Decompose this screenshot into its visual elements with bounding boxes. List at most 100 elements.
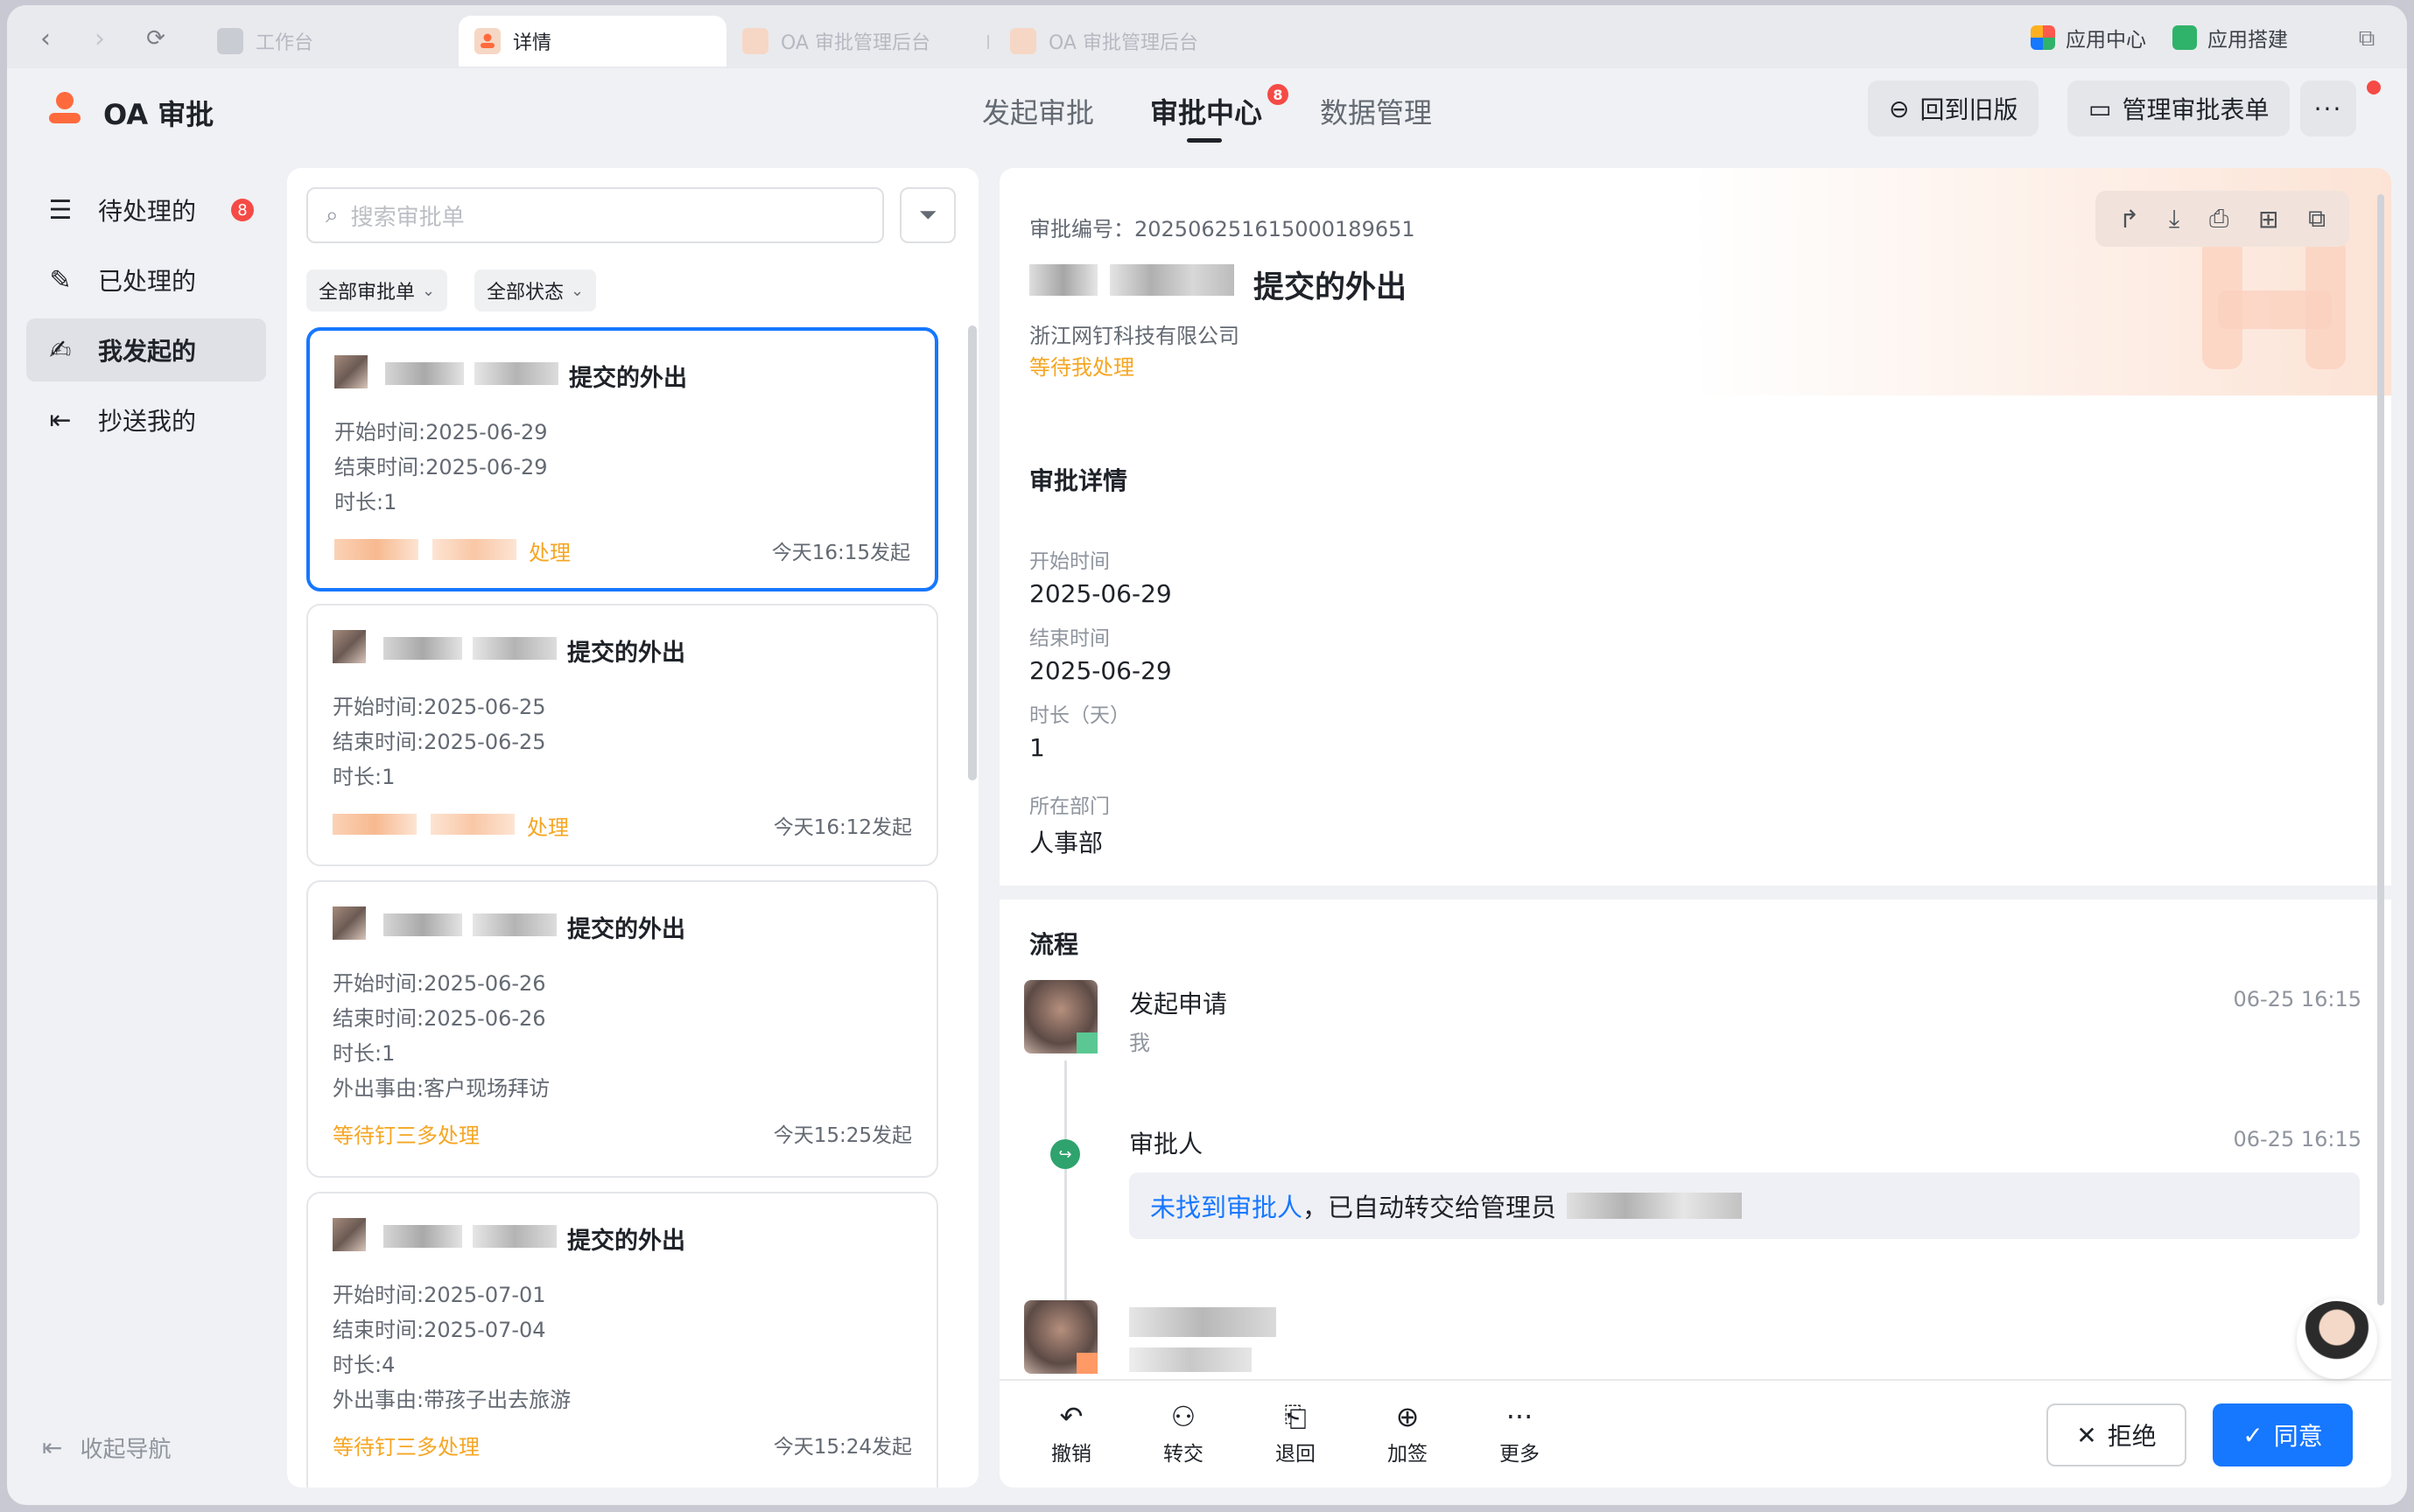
revoke-button[interactable]: ↶ 撤销 [1036,1400,1106,1466]
card-end: 结束时间:2025-06-26 [333,1006,546,1031]
avatar [333,1218,366,1251]
status-badge: 等待我处理 [1029,355,1134,380]
filter-button[interactable]: ⏷ [900,187,956,243]
sidebar-item-cc[interactable]: ⇤ 抄送我的 [26,388,266,452]
avatar [333,630,366,663]
tab-oa-admin-2[interactable]: OA 审批管理后台 [994,16,1257,66]
card-status: 等待钉三多处理 [333,1435,480,1460]
app-title: OA 审批 [103,98,214,131]
blurred-name [473,637,557,660]
company-name: 浙江网钉科技有限公司 [1029,324,1239,348]
nav-approval-center[interactable]: 审批中心 8 [1150,84,1288,131]
nav-active-indicator [1187,138,1222,143]
sidebar-item-initiated[interactable]: ✍ 我发起的 [26,318,266,382]
card-status: 等待钉三多处理 [333,1124,480,1148]
return-button[interactable]: ⎗ 退回 [1260,1400,1330,1466]
blurred-name [473,1225,557,1248]
forward-icon[interactable]: › [82,21,117,56]
avatar [334,355,368,388]
card-time: 今天15:24发起 [773,1436,912,1459]
more-actions-button[interactable]: ··· 更多 [1484,1400,1554,1466]
search-input[interactable]: ⌕ 搜索审批单 [306,187,884,243]
back-to-old-button[interactable]: ⊖ 回到旧版 [1868,80,2039,136]
export-file-icon[interactable]: ⊞ [2258,205,2278,234]
field-label: 所在部门 [1029,795,1110,818]
card-reason: 外出事由:客户现场拜访 [333,1076,551,1101]
share-icon[interactable]: ↱ [2119,205,2139,234]
nav-initiate[interactable]: 发起审批 [982,91,1094,131]
collapse-nav-button[interactable]: ⇤ 收起导航 [42,1432,171,1464]
action-bar: ↶ 撤销 ⚇ 转交 ⎗ 退回 ⊕ 加签 ··· 更多 ✕ 拒绝 ✓ 同意 [1000,1379,2391,1488]
nav-data-management[interactable]: 数据管理 [1320,91,1432,131]
print-icon[interactable]: ⎙ [2209,204,2228,234]
field-value: 2025-06-29 [1029,579,1172,608]
card-reason: 外出事由:带孩子出去旅游 [333,1388,572,1412]
app-build-link[interactable]: 应用搭建 [2172,23,2288,52]
add-sign-button[interactable]: ⊕ 加签 [1372,1400,1442,1466]
app-center-link[interactable]: 应用中心 [2031,23,2146,52]
add-doc-icon: ⊕ [1395,1400,1420,1433]
card-time: 今天15:25发起 [773,1124,912,1147]
all-forms-dropdown[interactable]: 全部审批单 ⌄ [306,270,448,312]
download-icon[interactable]: ⤓ [2169,204,2179,234]
blurred-name [474,362,558,385]
tab-oa-admin-1[interactable]: OA 审批管理后台 [726,16,989,66]
more-menu-button[interactable]: ··· [2300,80,2356,136]
manage-forms-button[interactable]: ▭ 管理审批表单 [2067,80,2291,136]
section-divider [1000,886,2391,900]
card-duration: 时长:1 [334,490,397,514]
all-status-dropdown[interactable]: 全部状态 ⌄ [474,270,597,312]
pending-mark [1077,1353,1098,1374]
field-label: 开始时间 [1029,550,1110,573]
return-doc-icon: ⎗ [1284,1400,1307,1433]
sidebar-item-processed[interactable]: ✎ 已处理的 [26,248,266,312]
detail-scrollbar[interactable] [2377,194,2384,1306]
reject-button[interactable]: ✕ 拒绝 [2046,1404,2186,1466]
detail-title: 提交的外出 [1253,270,1407,305]
tab-detail[interactable]: 详情 [459,16,726,66]
sidebar-item-pending[interactable]: ☰ 待处理的 8 [26,178,266,242]
field-value: 2025-06-29 [1029,656,1172,685]
blurred-name [383,637,462,660]
refresh-icon[interactable]: ⟳ [138,21,173,56]
blurred-name [1110,264,1234,296]
initiated-icon: ✍ [49,334,72,366]
blurred-name [385,362,464,385]
oa-approval-icon [474,28,501,54]
field-label: 时长（天） [1029,704,1130,727]
list-scrollbar[interactable] [968,326,977,780]
blurred-name [383,1225,462,1248]
assistant-avatar[interactable] [2297,1298,2377,1379]
approval-card[interactable]: 提交的外出 开始时间:2025-07-01 结束时间:2025-07-04 时长… [306,1192,938,1488]
blurred-name [383,914,462,936]
blurred-approver [333,814,417,835]
close-icon: ✕ [2076,1420,2097,1450]
back-icon[interactable]: ‹ [28,21,63,56]
approval-card[interactable]: 提交的外出 开始时间:2025-06-26 结束时间:2025-06-26 时长… [306,880,938,1178]
ellipsis-icon: ··· [1505,1400,1533,1433]
filter-icon: ⏷ [918,201,937,228]
card-end: 结束时间:2025-06-25 [333,730,546,754]
browser-tabbar: ‹ › ⟳ 工作台 详情 OA 审批管理后台 OA 审批管理后台 应用中心 应用… [7,5,2407,68]
approval-card[interactable]: 提交的外出 开始时间:2025-06-29 结束时间:2025-06-29 时长… [306,327,938,592]
undo-icon: ↶ [1059,1400,1084,1433]
copy-icon[interactable]: ⧉ [2308,204,2326,234]
back-circle-icon: ⊖ [1889,94,1910,123]
oa-logo-icon [49,92,81,123]
app-window: ‹ › ⟳ 工作台 详情 OA 审批管理后台 OA 审批管理后台 应用中心 应用… [7,5,2407,1505]
open-external-icon[interactable]: ⧉ [2349,21,2384,56]
card-title: 提交的外出 [567,916,685,943]
card-duration: 时长:1 [333,1041,396,1066]
approval-list-panel: ⌕ 搜索审批单 ⏷ 全部审批单 ⌄ 全部状态 ⌄ 提交的外出 开始时间:2025-0… [287,168,979,1488]
card-title: 提交的外出 [567,1228,685,1255]
tab-workbench[interactable]: 工作台 [201,16,455,66]
tab-separator [987,35,989,49]
processed-icon: ✎ [49,264,72,296]
approval-id: 审批编号：202506251615000189651 [1029,217,1415,242]
approval-card[interactable]: 提交的外出 开始时间:2025-06-25 结束时间:2025-06-25 时长… [306,604,938,866]
card-end: 结束时间:2025-06-29 [334,455,548,480]
agree-button[interactable]: ✓ 同意 [2213,1404,2353,1466]
approver-not-found-link[interactable]: 未找到审批人 [1150,1187,1302,1224]
transfer-button[interactable]: ⚇ 转交 [1148,1400,1218,1466]
cc-icon: ⇤ [49,404,72,436]
